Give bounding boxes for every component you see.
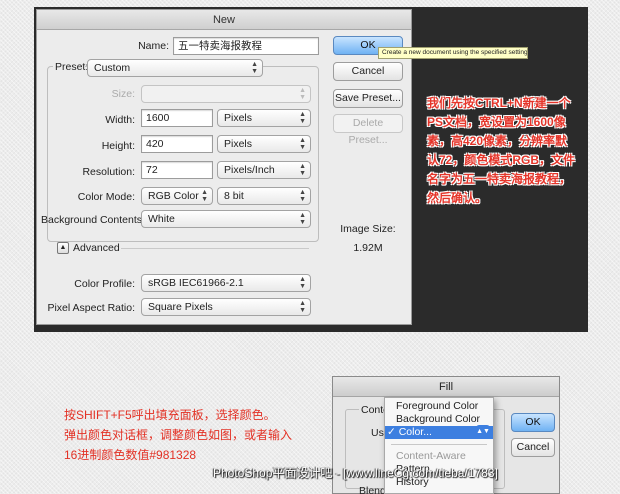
updown-arrows-icon: ▲ ▼ [251,61,258,75]
updown-arrows-icon: ▲ ▼ [299,163,306,177]
fill-dialog-title: Fill [333,377,559,397]
image-size-label: Image Size: [340,223,396,235]
pixel-aspect-label: Pixel Aspect Ratio: [47,302,135,314]
fill-ok-button[interactable]: OK [511,413,555,432]
menu-item-foreground-color[interactable]: Foreground Color [385,400,493,413]
width-label: Width: [105,114,135,126]
name-label: Name: [138,40,169,52]
updown-arrows-icon: ▲ ▼ [299,212,306,226]
note-line: 16进制颜色数值#981328 [64,448,197,462]
image-size-value: 1.92M [353,242,383,254]
width-unit-select[interactable]: Pixels ▲ ▼ [217,109,311,127]
height-label: Height: [101,140,135,152]
height-unit-value: Pixels [224,138,253,150]
ok-tooltip: Create a new document using the specifie… [378,47,528,59]
bit-depth-value: 8 bit [224,190,244,202]
updown-arrows-icon: ▲ ▼ [299,276,306,290]
cancel-button[interactable]: Cancel [333,62,403,81]
background-contents-label: Background Contents: [41,214,145,226]
height-unit-select[interactable]: Pixels ▲ ▼ [217,135,311,153]
color-profile-select[interactable]: sRGB IEC61966-2.1 ▲ ▼ [141,274,311,292]
new-document-dialog: New Name: 五一特卖海报教程 Preset: Custom ▲ ▼ Siz… [36,9,412,325]
color-profile-value: sRGB IEC61966-2.1 [148,277,244,289]
fill-blend-label: Blend [359,485,386,494]
bit-depth-select[interactable]: 8 bit ▲ ▼ [217,187,311,205]
color-mode-value: RGB Color [148,190,199,202]
background-contents-value: White [148,213,175,225]
height-input[interactable]: 420 [141,135,213,153]
fill-cancel-button[interactable]: Cancel [511,438,555,457]
dialog-title: New [37,10,411,30]
instruction-note-bottom: 按SHIFT+F5呼出填充面板，选择颜色。 弹出颜色对话框，调整颜色如图，或者输… [64,405,324,465]
updown-arrows-icon: ▲ ▼ [299,111,306,125]
advanced-label: Advanced [73,242,120,254]
updown-arrows-icon: ▲ ▼ [201,189,208,203]
color-profile-label: Color Profile: [74,278,135,290]
color-mode-label: Color Mode: [77,191,135,203]
note-line: 弹出颜色对话框，调整颜色如图，或者输入 [64,428,293,442]
updown-arrows-icon: ▲ ▼ [299,137,306,151]
updown-arrows-icon: ▲ ▼ [299,87,306,101]
size-select: ▲ ▼ [141,85,311,103]
menu-item-background-color[interactable]: Background Color [385,413,493,426]
updown-arrows-icon: ▲ ▼ [299,189,306,203]
menu-separator [391,444,487,445]
advanced-divider [121,248,309,249]
size-label: Size: [111,88,135,100]
width-unit-value: Pixels [224,112,253,124]
updown-arrows-icon: ▲ ▼ [299,300,306,314]
advanced-toggle-icon[interactable]: ▲ [57,242,69,254]
name-input[interactable]: 五一特卖海报教程 [173,37,319,55]
updown-arrows-icon[interactable]: ▲▼ [476,425,490,439]
width-input[interactable]: 1600 [141,109,213,127]
resolution-unit-value: Pixels/Inch [224,164,275,176]
preset-select[interactable]: Custom ▲ ▼ [87,59,263,77]
preset-label: Preset: [53,61,89,73]
resolution-unit-select[interactable]: Pixels/Inch ▲ ▼ [217,161,311,179]
pixel-aspect-value: Square Pixels [148,301,213,313]
delete-preset-button: Delete Preset... [333,114,403,146]
watermark: PhotoShop平面设计吧 - [www.lineCg.com/tieba/1… [213,466,498,480]
menu-item-content-aware: Content-Aware [396,450,466,462]
note-line: 按SHIFT+F5呼出填充面板，选择颜色。 [64,408,276,422]
background-contents-select[interactable]: White ▲ ▼ [141,210,311,228]
color-mode-select[interactable]: RGB Color ▲ ▼ [141,187,213,205]
save-preset-button[interactable]: Save Preset... [333,89,403,108]
instruction-note-top: 我们先按CTRL+N新建一个PS文档，宽设置为1600像素，高420像素，分辨率… [427,96,576,205]
preset-value: Custom [94,62,131,74]
resolution-input[interactable]: 72 [141,161,213,179]
resolution-label: Resolution: [82,166,135,178]
pixel-aspect-select[interactable]: Square Pixels ▲ ▼ [141,298,311,316]
